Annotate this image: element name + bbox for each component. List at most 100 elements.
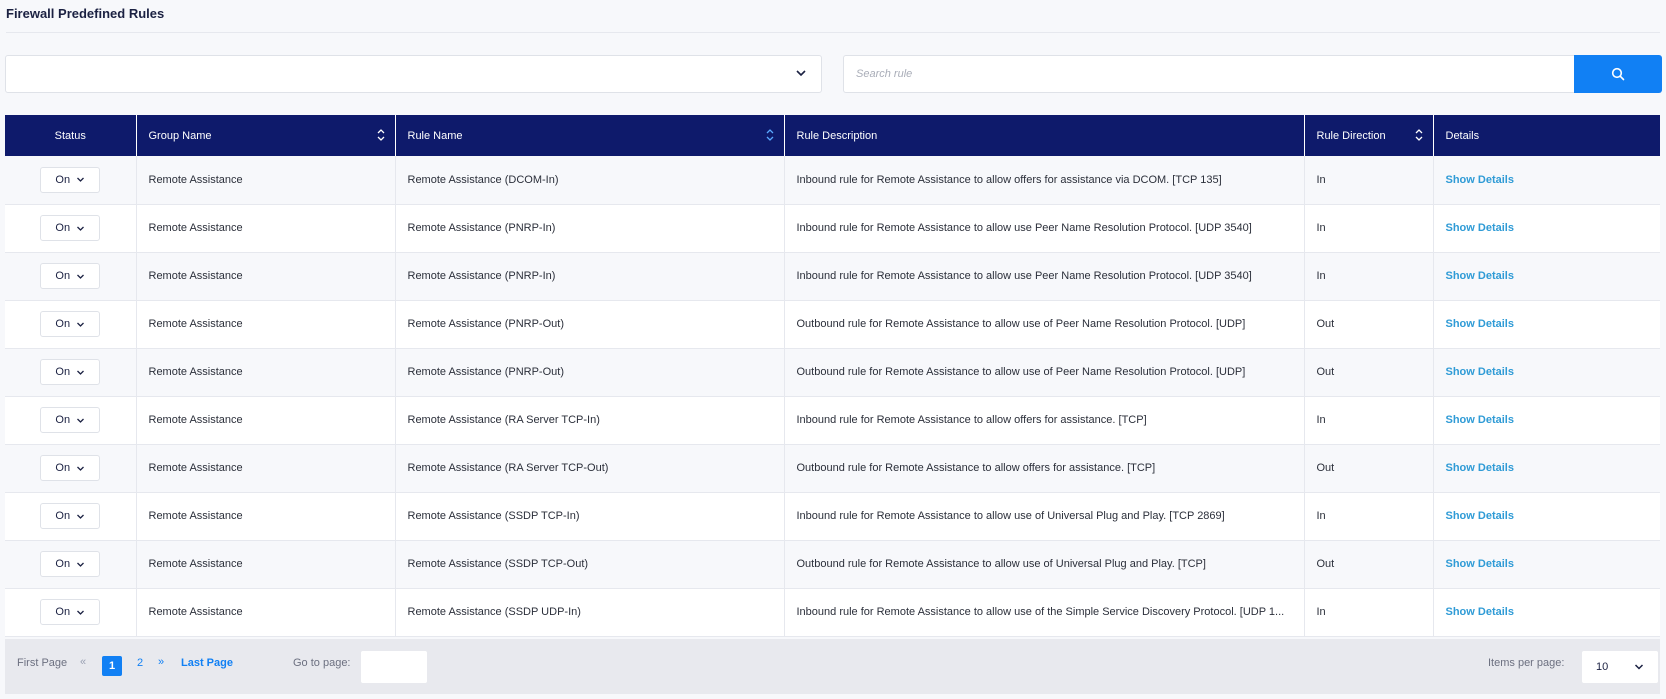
chevron-down-icon	[77, 370, 85, 375]
details-cell: Show Details	[1433, 588, 1660, 637]
show-details-link[interactable]: Show Details	[1446, 270, 1514, 282]
details-cell: Show Details	[1433, 444, 1660, 493]
group-name-cell: Remote Assistance	[136, 204, 396, 253]
table-row: On Remote Assistance Remote Assistance (PN…	[5, 252, 1660, 301]
status-toggle[interactable]: On	[40, 263, 101, 289]
chevron-down-icon	[77, 610, 85, 615]
go-to-page-label: Go to page:	[293, 657, 351, 669]
status-toggle[interactable]: On	[40, 166, 101, 193]
show-details-link[interactable]: Show Details	[1446, 174, 1514, 186]
status-value: On	[55, 510, 71, 522]
details-cell: Show Details	[1433, 540, 1660, 589]
column-header-group-name[interactable]: Group Name	[136, 115, 396, 156]
details-cell: Show Details	[1433, 204, 1660, 253]
table-header-row: Status Group Name Rule Name Rule Descrip…	[5, 115, 1660, 156]
status-toggle[interactable]: On	[40, 359, 101, 385]
rules-table: Status Group Name Rule Name Rule Descrip…	[5, 115, 1660, 637]
group-filter-select[interactable]	[5, 55, 822, 93]
rule-name-cell: Remote Assistance (PNRP-In)	[395, 204, 785, 253]
status-value: On	[55, 270, 71, 282]
table-row: On Remote Assistance Remote Assistance (SS…	[5, 540, 1660, 589]
status-cell: On	[5, 156, 137, 205]
rule-name-cell: Remote Assistance (PNRP-In)	[395, 252, 785, 301]
search-icon	[1611, 67, 1625, 81]
rule-description-cell: Inbound rule for Remote Assistance to al…	[784, 588, 1305, 637]
status-cell: On	[5, 252, 137, 301]
table-row: On Remote Assistance Remote Assistance (PN…	[5, 348, 1660, 397]
show-details-link[interactable]: Show Details	[1446, 510, 1514, 522]
show-details-link[interactable]: Show Details	[1446, 606, 1514, 618]
status-cell: On	[5, 588, 137, 637]
status-toggle[interactable]: On	[40, 455, 101, 481]
table-row: On Remote Assistance Remote Assistance (RA…	[5, 396, 1660, 445]
column-header-rule-direction[interactable]: Rule Direction	[1304, 115, 1434, 156]
table-row: On Remote Assistance Remote Assistance (RA…	[5, 444, 1660, 493]
sort-icon[interactable]	[1414, 127, 1424, 143]
first-page-link[interactable]: First Page	[17, 657, 67, 669]
status-toggle[interactable]: On	[40, 503, 101, 529]
details-cell: Show Details	[1433, 348, 1660, 397]
prev-page-icon[interactable]: «	[80, 656, 86, 668]
next-page-icon[interactable]: »	[158, 656, 164, 668]
chevron-down-icon	[1634, 664, 1644, 670]
status-toggle[interactable]: On	[40, 311, 101, 337]
status-toggle[interactable]: On	[40, 599, 101, 625]
group-name-cell: Remote Assistance	[136, 252, 396, 301]
sort-active-icon[interactable]	[765, 127, 775, 143]
details-cell: Show Details	[1433, 300, 1660, 349]
rule-direction-cell: Out	[1304, 540, 1434, 589]
table-row: On Remote Assistance Remote Assistance (PN…	[5, 204, 1660, 253]
title-divider	[6, 32, 1660, 33]
rule-direction-cell: In	[1304, 396, 1434, 445]
search-input[interactable]	[843, 55, 1574, 93]
sort-icon[interactable]	[376, 127, 386, 143]
status-value: On	[55, 366, 71, 378]
group-name-cell: Remote Assistance	[136, 588, 396, 637]
pagination-bar: First Page « 1 2 » Last Page Go to page:…	[5, 639, 1660, 694]
chevron-down-icon	[77, 226, 85, 231]
search-bar	[843, 55, 1662, 93]
group-name-cell: Remote Assistance	[136, 396, 396, 445]
status-toggle[interactable]: On	[40, 407, 101, 433]
details-cell: Show Details	[1433, 492, 1660, 541]
rule-direction-cell: In	[1304, 156, 1434, 205]
status-toggle[interactable]: On	[40, 215, 101, 241]
group-name-cell: Remote Assistance	[136, 300, 396, 349]
go-to-page-input[interactable]	[361, 651, 427, 683]
column-header-rule-name[interactable]: Rule Name	[395, 115, 785, 156]
status-value: On	[55, 558, 71, 570]
status-cell: On	[5, 204, 137, 253]
status-toggle[interactable]: On	[40, 551, 101, 577]
rule-name-cell: Remote Assistance (SSDP TCP-Out)	[395, 540, 785, 589]
chevron-down-icon	[77, 466, 85, 471]
show-details-link[interactable]: Show Details	[1446, 222, 1514, 234]
table-row: On Remote Assistance Remote Assistance (PN…	[5, 300, 1660, 349]
search-button[interactable]	[1574, 55, 1662, 93]
rule-name-cell: Remote Assistance (SSDP UDP-In)	[395, 588, 785, 637]
status-value: On	[55, 318, 71, 330]
status-cell: On	[5, 348, 137, 397]
group-name-cell: Remote Assistance	[136, 348, 396, 397]
group-name-cell: Remote Assistance	[136, 492, 396, 541]
group-name-cell: Remote Assistance	[136, 156, 396, 205]
rule-name-cell: Remote Assistance (SSDP TCP-In)	[395, 492, 785, 541]
rule-direction-cell: Out	[1304, 348, 1434, 397]
items-per-page-select[interactable]: 10	[1582, 651, 1658, 683]
items-per-page-label: Items per page:	[1488, 657, 1565, 669]
status-cell: On	[5, 444, 137, 493]
page-1-button[interactable]: 1	[102, 656, 122, 676]
rule-direction-cell: In	[1304, 204, 1434, 253]
status-value: On	[55, 173, 71, 186]
show-details-link[interactable]: Show Details	[1446, 414, 1514, 426]
show-details-link[interactable]: Show Details	[1446, 366, 1514, 378]
show-details-link[interactable]: Show Details	[1446, 318, 1514, 330]
page-2-button[interactable]: 2	[137, 657, 143, 669]
rule-name-cell: Remote Assistance (DCOM-In)	[395, 156, 785, 205]
last-page-link[interactable]: Last Page	[181, 657, 233, 669]
status-value: On	[55, 606, 71, 618]
column-header-rule-description: Rule Description	[784, 115, 1305, 156]
status-value: On	[55, 462, 71, 474]
show-details-link[interactable]: Show Details	[1446, 558, 1514, 570]
show-details-link[interactable]: Show Details	[1446, 462, 1514, 474]
rule-description-cell: Outbound rule for Remote Assistance to a…	[784, 300, 1305, 349]
